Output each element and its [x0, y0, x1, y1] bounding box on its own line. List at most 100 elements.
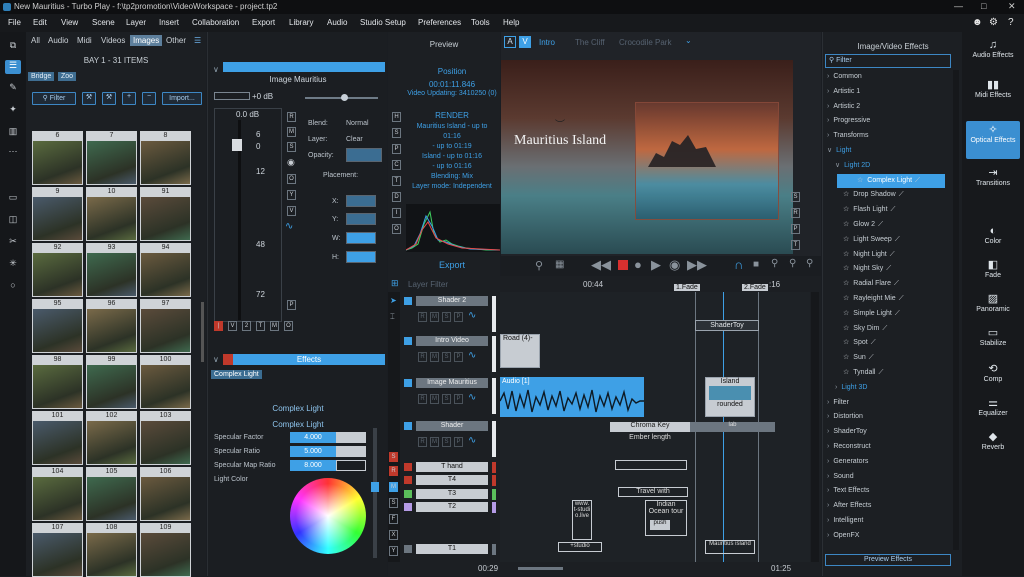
side-y[interactable]: Y — [287, 190, 296, 200]
left-btn[interactable]: R — [389, 466, 398, 476]
expand-icon[interactable]: ⌄ — [685, 36, 692, 45]
track-name[interactable]: Shader 2 — [416, 296, 488, 306]
wave-icon[interactable]: ∿ — [468, 310, 476, 321]
track-name[interactable]: T3 — [416, 489, 488, 499]
zoom-fit-icon[interactable]: ⚲ — [806, 258, 813, 269]
preview-btn[interactable]: T — [392, 176, 401, 186]
node-icon[interactable]: ✦ — [5, 104, 21, 118]
rightbar-panoramic-button[interactable]: ▨ Panoramic — [966, 290, 1020, 320]
chroma-key-clip[interactable]: Chroma Key — [610, 422, 690, 432]
filter-button[interactable]: ⚲ Filter — [32, 92, 76, 105]
track-button[interactable]: R — [418, 312, 427, 322]
preview-btn[interactable]: S — [392, 128, 401, 138]
library-icon[interactable]: ▥ — [5, 126, 21, 140]
track-name[interactable]: Intro Video — [416, 336, 488, 346]
track-button[interactable]: S — [442, 394, 451, 404]
collapse-icon[interactable]: ∨ — [213, 65, 219, 74]
track-button[interactable]: R — [418, 394, 427, 404]
pin-icon[interactable]: ⟋ — [895, 236, 900, 243]
vertical-scrollbar[interactable] — [811, 292, 819, 562]
layer-filter[interactable]: Layer Filter — [408, 280, 448, 289]
wave-icon[interactable]: ∿ — [285, 221, 293, 232]
rightbar-transition-button[interactable]: ⇥ Transitions — [966, 164, 1020, 202]
forward-icon[interactable]: ▶▶ — [687, 257, 707, 273]
t-hand-clip[interactable] — [615, 460, 687, 470]
param-value[interactable]: 8.000 — [290, 460, 336, 471]
track-button[interactable]: M — [430, 394, 439, 404]
menu-help[interactable]: Help — [503, 18, 519, 27]
minimize-button[interactable]: — — [954, 1, 963, 11]
effect-item[interactable]: ☆ Light Sweep ⟋ — [823, 233, 951, 247]
timeline-track[interactable]: Shader R M S P ∿ — [402, 421, 514, 457]
media-thumbnail[interactable]: 9 — [32, 187, 83, 241]
track-button[interactable]: P — [454, 312, 463, 322]
pin-icon[interactable]: ⟋ — [882, 325, 887, 332]
scroll-thumb[interactable] — [371, 482, 379, 492]
tab-v[interactable]: V — [519, 36, 531, 48]
media-thumbnail[interactable]: 109 — [140, 523, 191, 577]
pin-icon[interactable]: ⟋ — [878, 369, 883, 376]
track-button[interactable]: M — [430, 312, 439, 322]
timeline-track[interactable]: T4 — [402, 475, 514, 486]
effect-item[interactable]: ☆ Rayleight Mie ⟋ — [823, 292, 951, 306]
track-button[interactable]: P — [454, 394, 463, 404]
media-thumbnail[interactable]: 103 — [140, 411, 191, 465]
pin-icon[interactable]: ⟋ — [869, 354, 874, 361]
timeline-track[interactable]: T2 — [402, 502, 514, 513]
record-button[interactable]: | — [214, 321, 223, 331]
scrollbar[interactable] — [373, 428, 377, 558]
track-name[interactable]: T2 — [416, 502, 488, 512]
tab-a[interactable]: A — [504, 36, 516, 48]
param-value[interactable]: 4.000 — [290, 432, 336, 443]
track-button[interactable]: S — [442, 437, 451, 447]
tab-midi[interactable]: Midi — [77, 36, 92, 45]
side-r[interactable]: R — [287, 112, 296, 122]
bottom-m[interactable]: M — [270, 321, 279, 331]
track-button[interactable]: R — [418, 352, 427, 362]
list-icon[interactable]: ☰ — [5, 60, 21, 74]
track-button[interactable]: R — [418, 437, 427, 447]
media-thumbnail[interactable]: 91 — [140, 187, 191, 241]
effect-item[interactable]: ☆ Night Light ⟋ — [823, 248, 951, 262]
y-field[interactable] — [346, 213, 376, 225]
media-thumbnail[interactable]: 6 — [32, 131, 83, 185]
rightbar-color-button[interactable]: ◐ Color — [966, 222, 1020, 252]
media-icon[interactable]: ⧉ — [5, 40, 21, 54]
timeline-track[interactable]: Intro Video R M S P ∿ — [402, 336, 514, 372]
tab-the-cliff[interactable]: The Cliff — [575, 38, 605, 47]
play2-icon[interactable]: ▶ — [651, 257, 661, 273]
chip-bridge[interactable]: Bridge — [28, 72, 55, 81]
color-wheel[interactable] — [290, 478, 366, 554]
menu-view[interactable]: View — [61, 18, 78, 27]
close-button[interactable]: ✕ — [1008, 1, 1016, 12]
effect-item[interactable]: › Reconstruct — [823, 440, 951, 454]
bottom-t[interactable]: T — [256, 321, 265, 331]
menu-file[interactable]: File — [8, 18, 21, 27]
track-name[interactable]: Image Mauritius — [416, 378, 488, 388]
travel-clip[interactable]: Travel with — [618, 487, 688, 497]
h-field[interactable] — [346, 251, 376, 263]
timeline-track[interactable]: Shader 2 R M S P ∿ — [402, 296, 514, 332]
timeline-track[interactable]: T1 — [402, 544, 514, 555]
effect-item[interactable]: ☆ Radial Flare ⟋ — [823, 277, 951, 291]
stop-icon[interactable]: ◉ — [669, 257, 680, 273]
media-thumbnail[interactable]: 95 — [32, 299, 83, 353]
snapshot-icon[interactable]: ▦ — [555, 259, 564, 270]
pin-icon[interactable]: ⟋ — [871, 339, 876, 346]
viewer-btn[interactable]: R — [791, 208, 800, 218]
tools-icon[interactable]: ✂ — [5, 236, 21, 250]
effect-item[interactable]: › Filter — [823, 396, 951, 410]
camera-icon[interactable]: ◫ — [5, 214, 21, 228]
track-name[interactable]: Shader — [416, 421, 488, 431]
viewer-btn[interactable]: P — [791, 224, 800, 234]
play-icon[interactable]: ● — [634, 257, 642, 272]
effect-item[interactable]: › ShaderToy — [823, 425, 951, 439]
island-clip[interactable]: Island rounded — [705, 377, 755, 417]
effects-toggle[interactable] — [223, 354, 233, 365]
pointer-icon[interactable]: ➤ — [390, 296, 397, 305]
video-frame[interactable]: Mauritius Island ︶ — [501, 60, 793, 254]
wave-icon[interactable]: ∿ — [468, 392, 476, 403]
left-btn[interactable]: X — [389, 530, 398, 540]
tab-other[interactable]: Other — [166, 36, 186, 45]
import-button[interactable]: Import... — [162, 92, 202, 105]
